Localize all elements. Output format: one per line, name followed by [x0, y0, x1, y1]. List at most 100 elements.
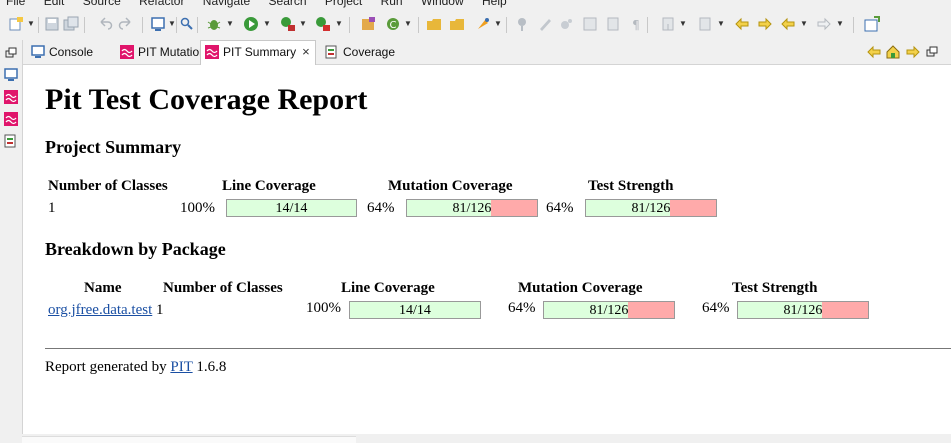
menu-run[interactable]: Run [381, 0, 403, 8]
restore-icon[interactable] [4, 46, 18, 60]
test-strength-bar: 81/126 [737, 301, 869, 319]
open-folder-icon[interactable] [449, 16, 465, 32]
mutation-coverage-bar: 81/126 [543, 301, 675, 319]
back-dropdown-icon[interactable]: ▼ [800, 19, 808, 28]
report-content: Pit Test Coverage Report Project Summary… [45, 65, 951, 433]
open-task-icon[interactable] [475, 16, 491, 32]
redo-icon[interactable] [118, 16, 134, 32]
pit-link[interactable]: PIT [170, 359, 192, 375]
pit-summary-icon[interactable] [4, 112, 18, 126]
mutation-coverage-ratio: 81/126 [452, 201, 492, 216]
menu-search[interactable]: Search [269, 0, 307, 8]
menu-file[interactable]: File [6, 0, 25, 8]
project-summary-heading: Project Summary [45, 137, 182, 157]
back-icon[interactable] [780, 16, 796, 32]
task-dropdown-icon[interactable]: ▼ [494, 19, 502, 28]
classes-value: 1 [48, 200, 56, 216]
col-header-classes: Number of Classes [163, 280, 283, 296]
menu-refactor[interactable]: Refactor [139, 0, 184, 8]
line-coverage-bar: 14/14 [349, 301, 481, 319]
block-select-icon[interactable] [605, 16, 621, 32]
prev-annotation-icon[interactable] [697, 16, 713, 32]
menu-source[interactable]: Source [83, 0, 121, 8]
show-whitespace-icon[interactable]: ¶ [628, 16, 644, 32]
test-strength-ratio: 81/126 [783, 303, 823, 318]
toolbar-separator [506, 17, 507, 33]
debug-icon[interactable] [206, 16, 222, 32]
forward-dropdown-icon[interactable]: ▼ [836, 19, 844, 28]
close-icon[interactable]: × [302, 41, 310, 63]
tab-coverage[interactable]: Coverage [321, 41, 399, 63]
forward-icon[interactable] [816, 16, 832, 32]
last-edit-icon[interactable] [734, 16, 750, 32]
toggle-mark-icon[interactable] [559, 16, 575, 32]
maximize-icon[interactable] [924, 44, 940, 60]
view-toolbar [866, 44, 940, 60]
footer-prefix: Report generated by [45, 359, 167, 375]
mutation-coverage-percent: 64% [508, 300, 536, 316]
toolbar-separator [418, 17, 419, 33]
run-coverage-icon[interactable] [280, 16, 296, 32]
home-icon[interactable] [885, 44, 901, 60]
prev-annotation-dropdown-icon[interactable]: ▼ [717, 19, 725, 28]
tab-pit-summary[interactable]: PIT Summary × [200, 40, 316, 66]
next-annotation-dropdown-icon[interactable]: ▼ [679, 19, 687, 28]
save-icon[interactable] [44, 16, 60, 32]
forward-edit-icon[interactable] [757, 16, 773, 32]
line-coverage-percent: 100% [306, 300, 341, 316]
menu-project[interactable]: Project [325, 0, 362, 8]
console-icon[interactable] [150, 16, 166, 32]
package-link[interactable]: org.jfree.data.test [48, 302, 152, 318]
mutation-coverage-bar: 81/126 [406, 199, 538, 217]
report-footer: Report generated by PIT 1.6.8 [45, 359, 226, 376]
tab-console[interactable]: Console [27, 41, 97, 63]
toolbar-separator [142, 17, 143, 33]
pit-mutations-icon[interactable] [4, 90, 18, 104]
open-type-icon[interactable] [426, 16, 442, 32]
new-class-dropdown-icon[interactable]: ▼ [404, 19, 412, 28]
new-dropdown-icon[interactable]: ▼ [27, 19, 35, 28]
new-java-project-icon[interactable] [360, 16, 376, 32]
tab-label: PIT Summary [223, 45, 297, 59]
back-icon[interactable] [866, 44, 882, 60]
test-strength-bar: 81/126 [585, 199, 717, 217]
open-perspective-icon[interactable] [864, 16, 880, 32]
divider [45, 348, 951, 349]
pen-icon[interactable] [537, 16, 553, 32]
mutation-coverage-percent: 64% [367, 200, 395, 216]
uncovered-fill [490, 200, 537, 216]
line-coverage-ratio: 14/14 [275, 201, 308, 216]
toggle-breadcrumb-icon[interactable] [582, 16, 598, 32]
console-icon[interactable] [4, 68, 18, 82]
menu-help[interactable]: Help [482, 0, 507, 8]
col-header-test-strength: Test Strength [588, 178, 674, 194]
col-header-mutation-coverage: Mutation Coverage [388, 178, 513, 194]
status-bar [0, 434, 951, 443]
coverage-icon[interactable] [4, 134, 18, 148]
undo-icon[interactable] [97, 16, 113, 32]
console-dropdown-icon[interactable]: ▼ [168, 19, 176, 28]
search-icon[interactable] [179, 16, 195, 32]
menu-window[interactable]: Window [421, 0, 464, 8]
toolbar-separator [853, 17, 854, 33]
run-icon[interactable] [243, 16, 259, 32]
coverage-dropdown-icon[interactable]: ▼ [299, 19, 307, 28]
toolbar-separator [349, 17, 350, 33]
run-dropdown-icon[interactable]: ▼ [263, 19, 271, 28]
menu-bar: File Edit Source Refactor Navigate Searc… [0, 0, 951, 8]
save-all-icon[interactable] [63, 16, 79, 32]
new-class-icon[interactable]: C [385, 16, 401, 32]
menu-edit[interactable]: Edit [44, 0, 65, 8]
annotation-icon[interactable] [514, 16, 530, 32]
menu-navigate[interactable]: Navigate [203, 0, 250, 8]
toolbar-separator [84, 17, 85, 33]
toolbar-separator [647, 17, 648, 33]
forward-icon[interactable] [905, 44, 921, 60]
debug-dropdown-icon[interactable]: ▼ [226, 19, 234, 28]
new-icon[interactable] [8, 16, 24, 32]
run-external-icon[interactable] [315, 16, 331, 32]
next-annotation-icon[interactable] [660, 16, 676, 32]
breakdown-heading: Breakdown by Package [45, 239, 226, 259]
external-dropdown-icon[interactable]: ▼ [335, 19, 343, 28]
test-strength-ratio: 81/126 [631, 201, 671, 216]
